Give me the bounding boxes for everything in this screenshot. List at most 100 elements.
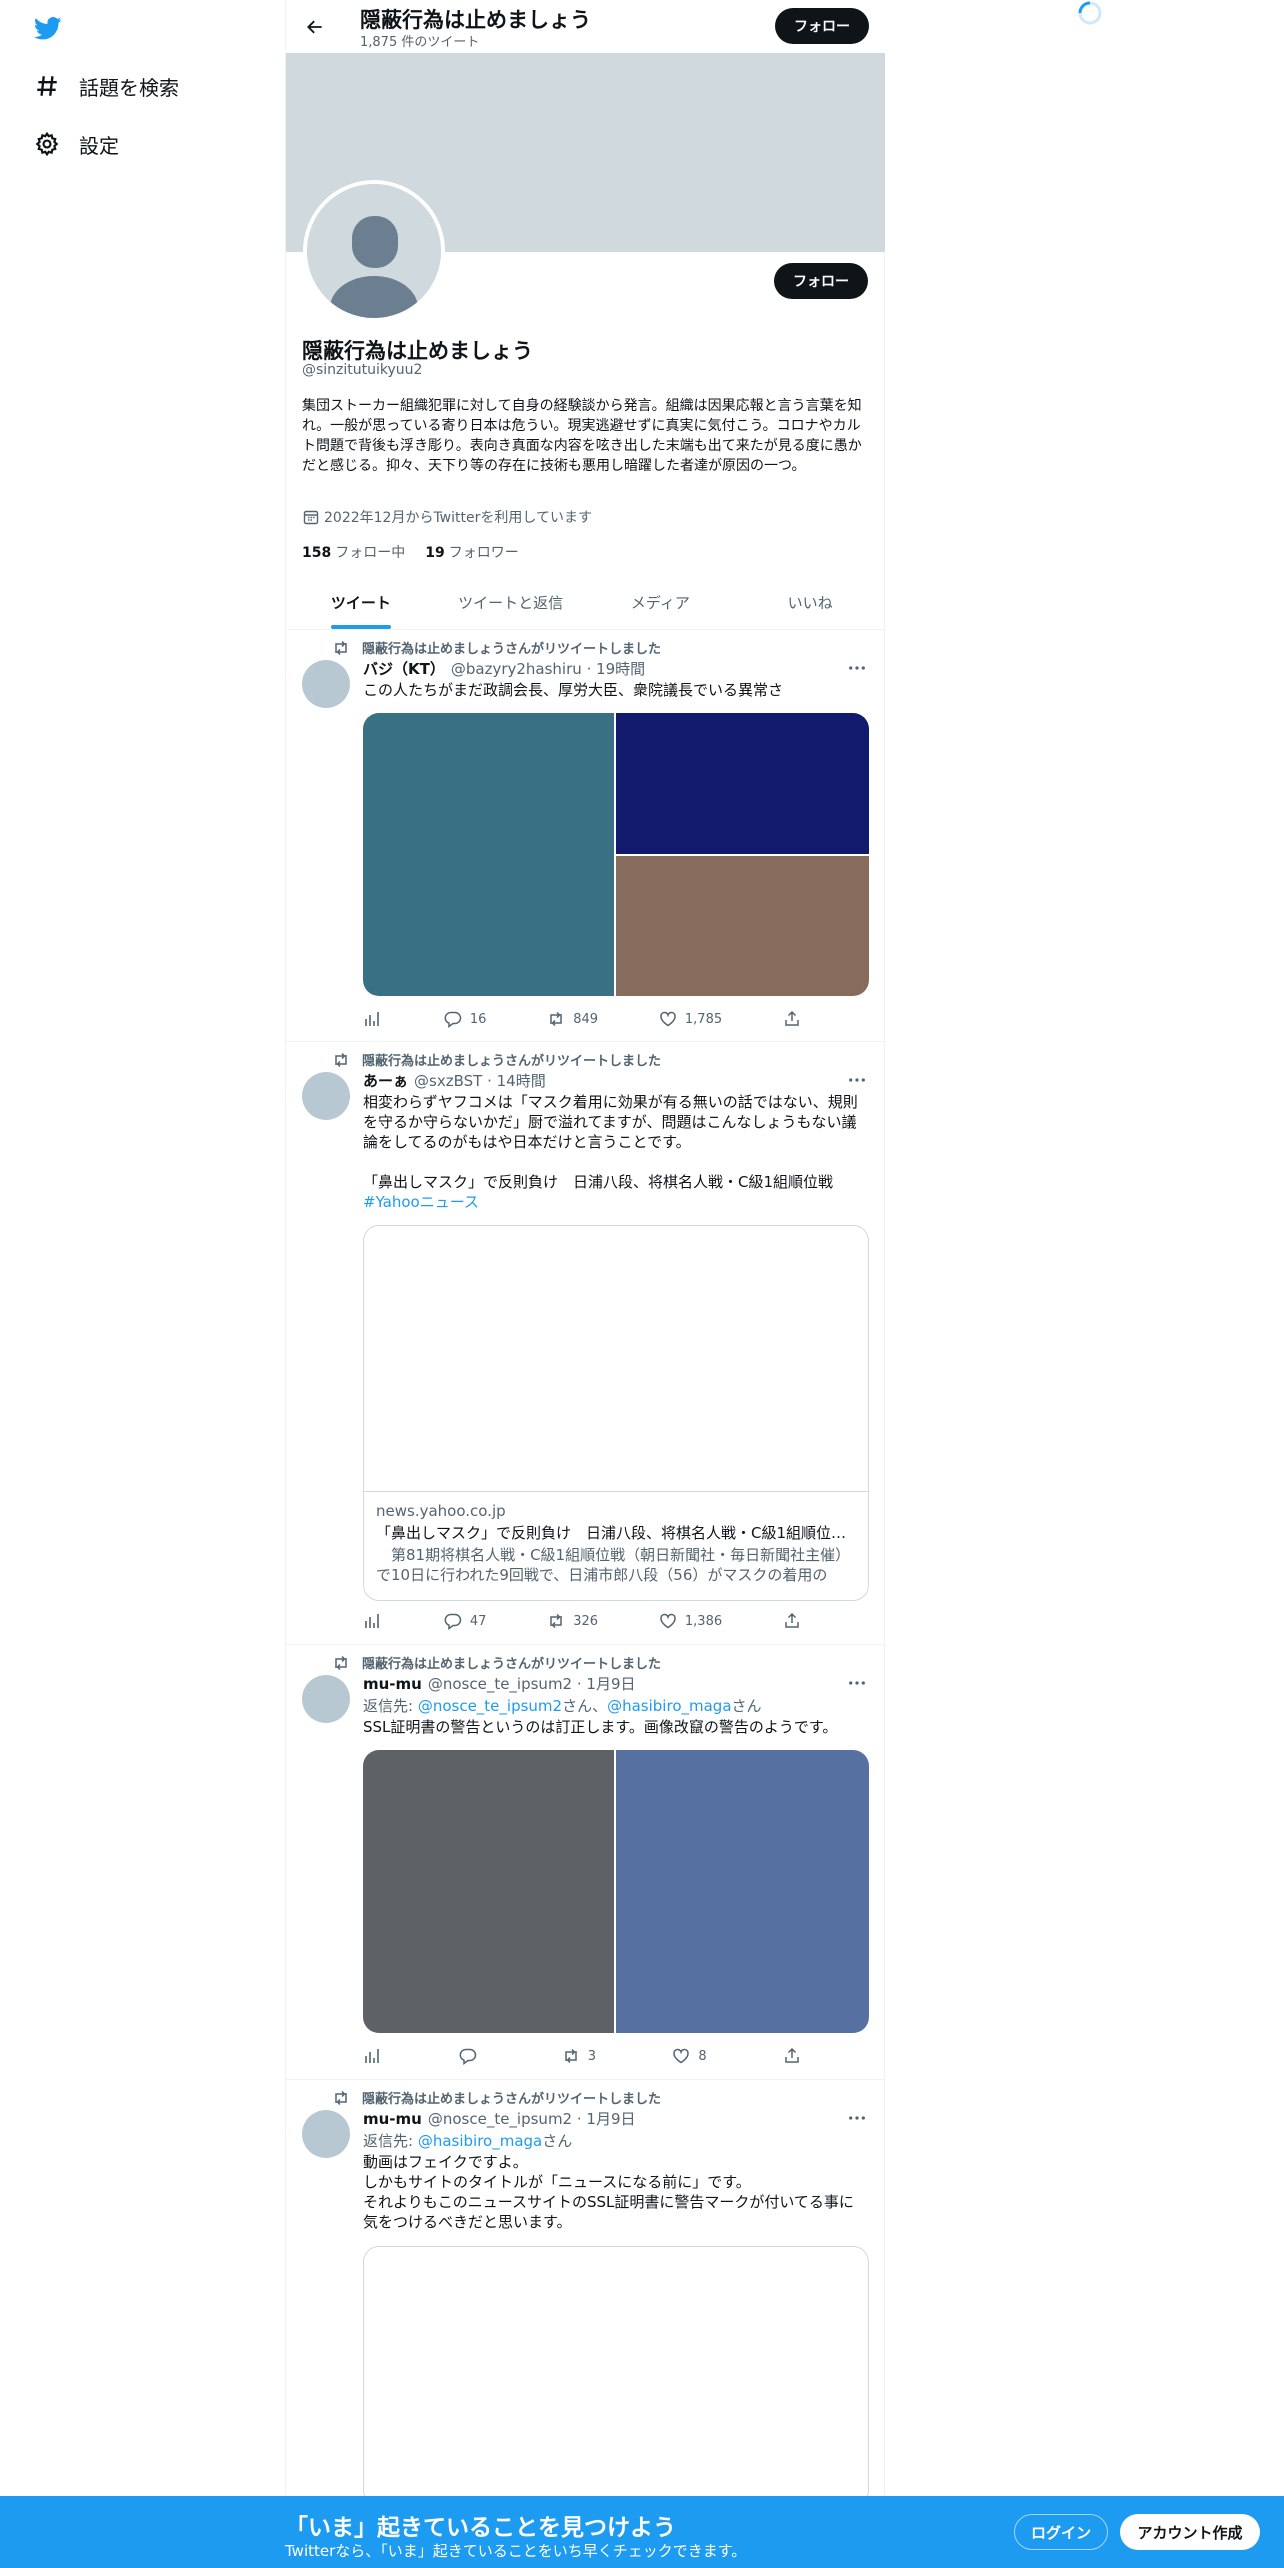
reply-button[interactable]: 47 — [444, 1612, 486, 1630]
reply-icon — [444, 1613, 462, 1630]
tweet-header: バジ（KT） @bazyry2hashiru · 19時間 — [363, 658, 645, 679]
tab-likes[interactable]: いいね — [735, 575, 885, 629]
tweet-photo[interactable] — [616, 856, 869, 996]
profile-header-bar: 隠蔽行為は止めましょう 1,875 件のツイート フォロー — [286, 0, 885, 53]
tweet-text: 動画はフェイクですよ。 しかもサイトのタイトルが「ニュースになる前に」です。 そ… — [363, 2153, 854, 2231]
retweet-context: 隠蔽行為は止めましょうさんがリツイートしました — [332, 1653, 661, 1672]
signup-button[interactable]: アカウント作成 — [1120, 2514, 1260, 2550]
tweet-text: この人たちがまだ政調会長、厚労大臣、衆院議長でいる異常さ — [363, 681, 784, 699]
profile-name: 隠蔽行為は止めましょう — [302, 339, 533, 363]
tab-media[interactable]: メディア — [586, 575, 736, 629]
tweet-time[interactable]: · 1月9日 — [577, 1675, 636, 1693]
more-options-icon[interactable] — [845, 1070, 869, 1090]
tab-tweets[interactable]: ツイート — [286, 575, 436, 629]
tweet-photo[interactable] — [616, 713, 869, 854]
tweet-text: SSL証明書の警告というのは訂正します。画像改竄の警告のようです。 — [363, 1718, 838, 1736]
login-button[interactable]: ログイン — [1014, 2514, 1108, 2550]
tweet-time[interactable]: · 19時間 — [587, 660, 646, 678]
analytics-icon[interactable] — [363, 1612, 383, 1630]
more-options-icon[interactable] — [845, 658, 869, 678]
analytics-icon[interactable] — [363, 1010, 383, 1028]
sidebar-item-explore[interactable]: 話題を検索 — [33, 66, 179, 106]
analytics-icon[interactable] — [363, 2047, 383, 2065]
heart-icon — [673, 2048, 690, 2064]
hashtag-link[interactable]: #Yahooニュース — [363, 1192, 868, 1212]
link-card[interactable] — [363, 2246, 869, 2506]
share-icon[interactable] — [783, 1010, 803, 1028]
share-icon[interactable] — [783, 2047, 803, 2065]
heart-icon — [660, 1613, 676, 1629]
tweet-actions: 3 8 — [363, 2047, 803, 2065]
loading-spinner-icon — [1077, 0, 1103, 26]
tweet-media-grid — [363, 713, 869, 996]
retweet-icon — [332, 1052, 350, 1068]
signup-banner-title: 「いま」起きていることを見つけよう — [285, 2515, 676, 2541]
tweet-author-name[interactable]: バジ（KT） — [363, 660, 445, 678]
profile-avatar[interactable] — [303, 180, 445, 322]
tweet-photo[interactable] — [363, 1750, 614, 2033]
followers-link[interactable]: 19 フォロワー — [425, 542, 518, 562]
tweet-author-handle[interactable]: @nosce_te_ipsum2 — [428, 1675, 572, 1693]
tweet-actions: 47 326 1,386 — [363, 1612, 803, 1630]
tweet-text: 相変わらずヤフコメは「マスク着用に効果が有る無いの話ではない、規則を守るか守らな… — [363, 1092, 868, 1212]
tweet[interactable]: 隠蔽行為は止めましょうさんがリツイートしました mu-mu @nosce_te_i… — [286, 2080, 885, 2568]
mention-link[interactable]: @hasibiro_maga — [607, 1697, 731, 1715]
avatar[interactable] — [302, 660, 350, 708]
tweet-time[interactable]: · 14時間 — [487, 1072, 546, 1090]
profile-joined-date: 2022年12月からTwitterを利用しています — [302, 507, 592, 527]
hashtag-icon — [33, 72, 61, 100]
tweet-photo[interactable] — [616, 1750, 869, 2033]
sidebar-item-label: 設定 — [79, 133, 119, 158]
tweet-author-name[interactable]: あーぁ — [363, 1072, 408, 1090]
retweet-button[interactable]: 849 — [547, 1010, 598, 1028]
profile-tabs: ツイート ツイートと返信 メディア いいね — [286, 575, 885, 630]
tweet-media-grid — [363, 1750, 869, 2033]
reply-button[interactable] — [459, 2047, 485, 2065]
back-arrow-icon[interactable] — [300, 12, 330, 42]
retweet-context: 隠蔽行為は止めましょうさんがリツイートしました — [332, 2088, 661, 2107]
share-icon[interactable] — [783, 1612, 803, 1630]
tweet-author-handle[interactable]: @sxzBST — [414, 1072, 482, 1090]
gear-icon — [33, 130, 61, 158]
tweet-author-handle[interactable]: @bazyry2hashiru — [451, 660, 582, 678]
avatar[interactable] — [302, 2110, 350, 2158]
retweet-button[interactable]: 326 — [547, 1612, 598, 1630]
mention-link[interactable]: @nosce_te_ipsum2 — [418, 1697, 562, 1715]
avatar[interactable] — [302, 1675, 350, 1723]
sidebar-item-label: 話題を検索 — [79, 75, 179, 100]
following-link[interactable]: 158 フォロー中 — [302, 542, 405, 562]
twitter-logo-icon[interactable] — [32, 14, 64, 42]
tweet-photo[interactable] — [363, 713, 614, 996]
sidebar-item-settings[interactable]: 設定 — [33, 124, 119, 164]
link-card-description: 第81期将棋名人戦・C級1組順位戦（朝日新聞社・毎日新聞社主催）で10日に行われ… — [376, 1546, 851, 1583]
follow-button[interactable]: フォロー — [774, 263, 868, 299]
tweet-author-name[interactable]: mu-mu — [363, 1675, 422, 1693]
tweet-time[interactable]: · 1月9日 — [577, 2110, 636, 2128]
tweet[interactable]: 隠蔽行為は止めましょうさんがリツイートしました バジ（KT） @bazyry2ha… — [286, 630, 885, 1042]
header-title: 隠蔽行為は止めましょう — [360, 8, 591, 32]
tweet[interactable]: 隠蔽行為は止めましょうさんがリツイートしました あーぁ @sxzBST · 14時… — [286, 1042, 885, 1645]
joined-text: 2022年12月からTwitterを利用しています — [324, 510, 592, 526]
tweet-count: 1,875 件のツイート — [360, 35, 480, 50]
like-button[interactable]: 8 — [672, 2047, 707, 2065]
link-card-title: 「鼻出しマスク」で反則負け 日浦八段、将棋名人戦・C級1組順位戦... — [376, 1524, 861, 1542]
calendar-icon — [302, 508, 320, 526]
tweet-author-handle[interactable]: @nosce_te_ipsum2 — [428, 2110, 572, 2128]
tweet-author-name[interactable]: mu-mu — [363, 2110, 422, 2128]
avatar[interactable] — [302, 1072, 350, 1120]
tweet[interactable]: 隠蔽行為は止めましょうさんがリツイートしました mu-mu @nosce_te_i… — [286, 1645, 885, 2080]
reply-icon — [459, 2048, 477, 2065]
follow-button-header[interactable]: フォロー — [775, 8, 869, 44]
more-options-icon[interactable] — [845, 1673, 869, 1693]
more-options-icon[interactable] — [845, 2108, 869, 2128]
signup-banner: 「いま」起きていることを見つけよう Twitterなら、「いま」起きていることを… — [0, 2496, 1284, 2568]
retweet-button[interactable]: 3 — [562, 2047, 596, 2065]
like-button[interactable]: 1,785 — [659, 1010, 722, 1028]
heart-icon — [660, 1011, 676, 1027]
mention-link[interactable]: @hasibiro_maga — [418, 2132, 542, 2150]
like-button[interactable]: 1,386 — [659, 1612, 722, 1630]
tab-tweets-and-replies[interactable]: ツイートと返信 — [436, 575, 586, 629]
reply-button[interactable]: 16 — [444, 1010, 486, 1028]
profile-stats: 158 フォロー中 19 フォロワー — [302, 542, 519, 562]
link-card[interactable]: news.yahoo.co.jp 「鼻出しマスク」で反則負け 日浦八段、将棋名人… — [363, 1225, 869, 1601]
